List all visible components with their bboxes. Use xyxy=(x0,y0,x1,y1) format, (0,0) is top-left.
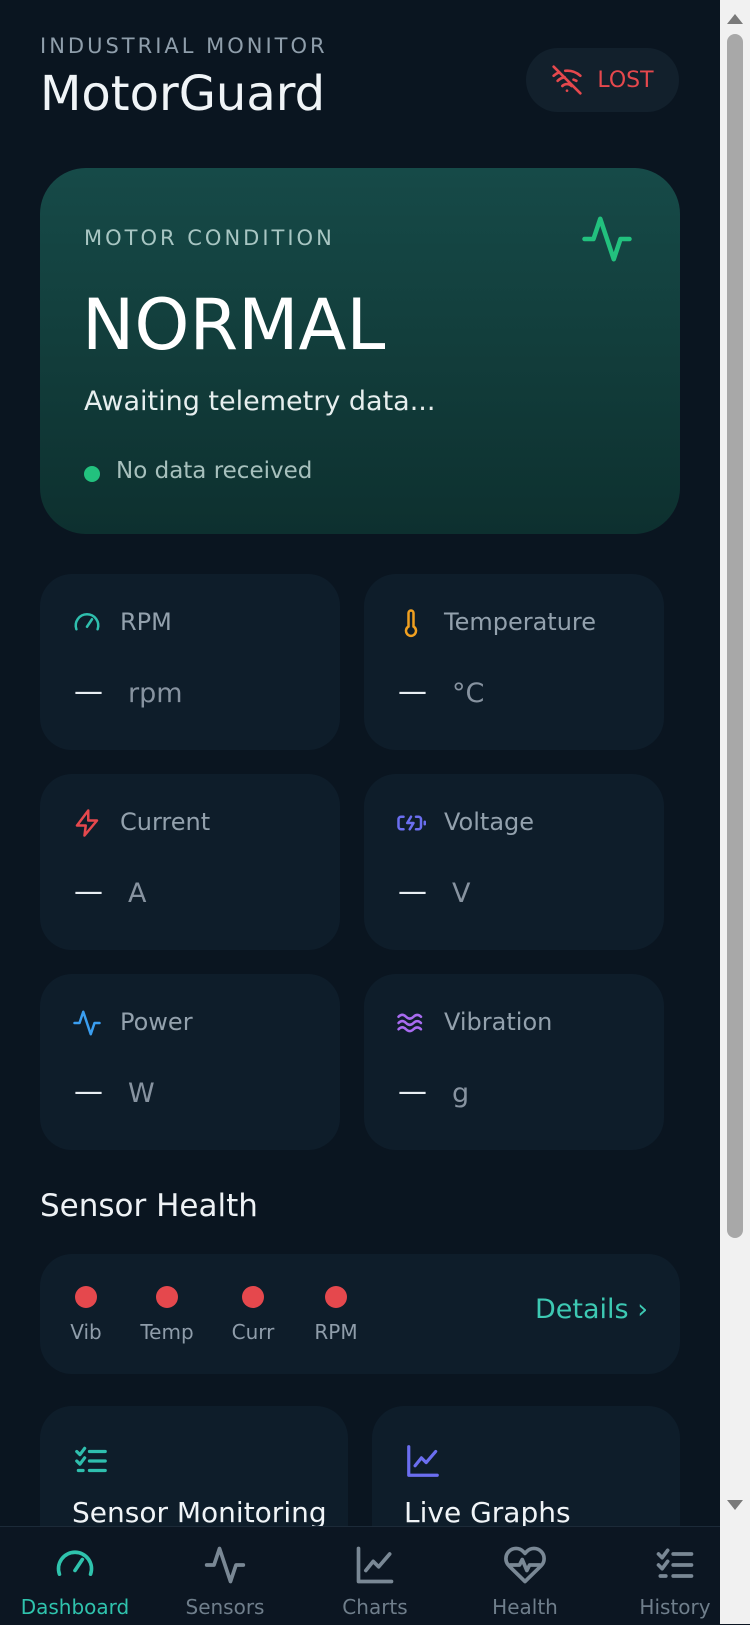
metric-card-voltage[interactable]: Voltage — V xyxy=(364,774,664,950)
battery-charging-icon xyxy=(397,815,426,831)
metric-unit: g xyxy=(452,1078,470,1109)
sensor-health-item-vib: Vib xyxy=(46,1286,126,1344)
feature-label: Sensor Monitoring xyxy=(72,1496,327,1529)
nav-item-charts[interactable]: Charts xyxy=(300,1527,450,1625)
metric-value: — xyxy=(74,674,103,708)
metric-value: — xyxy=(74,874,103,908)
line-chart-icon xyxy=(356,1546,394,1584)
metric-card-vibration[interactable]: Vibration — g xyxy=(364,974,664,1150)
sensor-health-label: Curr xyxy=(231,1320,275,1344)
gauge-icon xyxy=(56,1550,94,1576)
metric-value: — xyxy=(398,874,427,908)
metric-value: — xyxy=(74,1074,103,1108)
bottom-nav: Dashboard Sensors Charts Health History xyxy=(0,1526,750,1625)
metric-unit: W xyxy=(128,1078,155,1109)
app-eyebrow: INDUSTRIAL MONITOR xyxy=(40,34,328,58)
sensor-health-label: Temp xyxy=(140,1320,194,1344)
scrollbar[interactable] xyxy=(720,0,750,1624)
nav-item-dashboard[interactable]: Dashboard xyxy=(0,1527,150,1625)
metric-card-rpm[interactable]: RPM — rpm xyxy=(40,574,340,750)
status-dot xyxy=(84,466,100,482)
metric-card-current[interactable]: Current — A xyxy=(40,774,340,950)
sensor-health-label: RPM xyxy=(314,1320,358,1344)
wifi-off-icon xyxy=(552,65,583,95)
nav-label: Sensors xyxy=(185,1595,265,1619)
feature-label: Live Graphs xyxy=(404,1496,571,1529)
connection-status-label: LOST xyxy=(597,67,654,93)
metric-card-temperature[interactable]: Temperature — °C xyxy=(364,574,664,750)
sensor-status-dot xyxy=(325,1286,347,1308)
metric-value: — xyxy=(398,1074,427,1108)
metric-label: Current xyxy=(120,808,211,836)
metric-unit: A xyxy=(128,878,147,909)
checklist-icon xyxy=(75,1446,107,1473)
metric-card-power[interactable]: Power — W xyxy=(40,974,340,1150)
nav-label: Health xyxy=(492,1595,558,1619)
connection-status-badge[interactable]: LOST xyxy=(526,48,679,112)
activity-icon xyxy=(73,1010,101,1036)
section-title-sensor-health: Sensor Health xyxy=(40,1188,258,1224)
scrollbar-thumb[interactable] xyxy=(727,34,743,1238)
metric-label: Vibration xyxy=(444,1008,553,1036)
lightning-icon xyxy=(75,809,99,837)
activity-icon xyxy=(204,1546,246,1584)
sensor-health-details-link[interactable]: Details › xyxy=(535,1294,648,1325)
condition-subtitle: Awaiting telemetry data... xyxy=(84,386,436,417)
condition-status: NORMAL xyxy=(82,284,386,366)
sensor-health-card[interactable]: Vib Temp Curr RPM Details › xyxy=(40,1254,680,1374)
sensor-health-label: Vib xyxy=(70,1320,102,1344)
metric-unit: V xyxy=(452,878,471,909)
activity-icon xyxy=(582,216,632,262)
metric-label: Power xyxy=(120,1008,193,1036)
app-title: MotorGuard xyxy=(40,66,326,122)
checklist-icon xyxy=(656,1548,694,1578)
app-root: INDUSTRIAL MONITOR MotorGuard LOST MOTOR… xyxy=(0,0,720,1624)
nav-item-health[interactable]: Health xyxy=(450,1527,600,1625)
sensor-health-item-curr: Curr xyxy=(213,1286,293,1344)
heart-pulse-icon xyxy=(504,1546,546,1584)
waves-icon xyxy=(397,1013,423,1033)
sensor-status-dot xyxy=(75,1286,97,1308)
gauge-icon xyxy=(74,613,100,631)
metric-unit: °C xyxy=(452,678,485,709)
line-chart-icon xyxy=(407,1445,439,1477)
scroll-down-arrow-icon[interactable] xyxy=(727,1500,743,1510)
condition-note: No data received xyxy=(116,458,313,484)
metric-unit: rpm xyxy=(128,678,183,709)
sensor-status-dot xyxy=(242,1286,264,1308)
scroll-up-arrow-icon[interactable] xyxy=(727,14,743,24)
metric-label: RPM xyxy=(120,608,172,636)
nav-label: Charts xyxy=(342,1595,408,1619)
sensor-health-item-temp: Temp xyxy=(127,1286,207,1344)
condition-label: MOTOR CONDITION xyxy=(84,226,335,250)
sensor-health-item-rpm: RPM xyxy=(296,1286,376,1344)
sensor-status-dot xyxy=(156,1286,178,1308)
nav-item-sensors[interactable]: Sensors xyxy=(150,1527,300,1625)
nav-label: Dashboard xyxy=(20,1595,130,1619)
metric-label: Voltage xyxy=(444,808,535,836)
motor-condition-card[interactable]: MOTOR CONDITION NORMAL Awaiting telemetr… xyxy=(40,168,680,534)
metric-label: Temperature xyxy=(444,608,597,636)
thermometer-icon xyxy=(404,609,418,638)
metric-value: — xyxy=(398,674,427,708)
